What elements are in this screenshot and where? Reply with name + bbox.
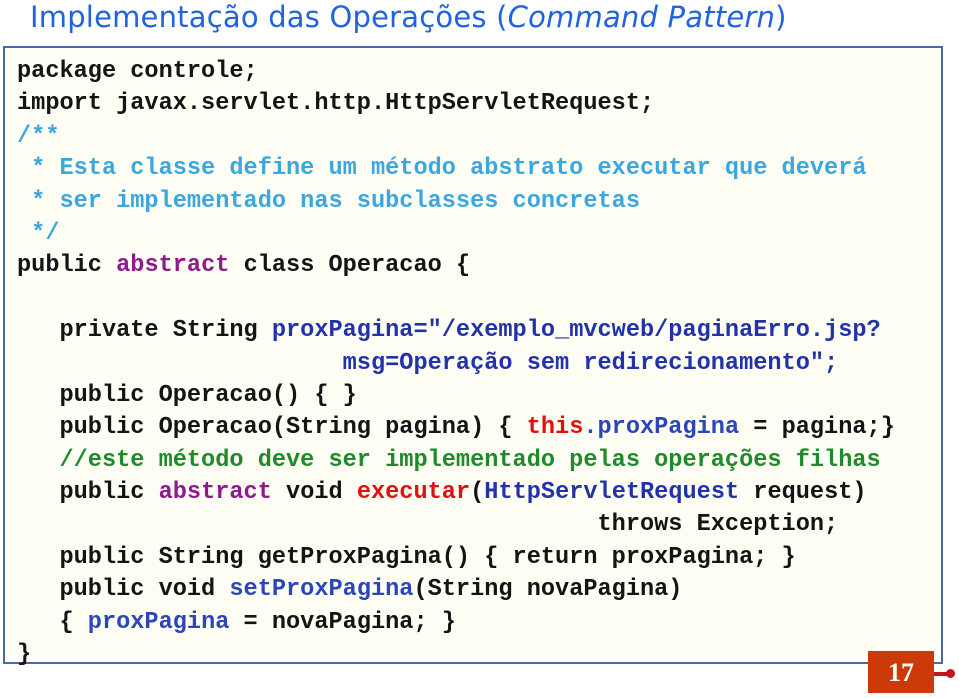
code-token-comment: * Esta classe define um método abstrato … [17, 155, 867, 183]
code-token-comment: /** [17, 122, 60, 150]
code-token-blue: HttpServletRequest [484, 479, 740, 507]
code-token-plain: public [17, 479, 159, 507]
code-token-plain: } [17, 641, 32, 669]
code-line: */ [17, 218, 895, 250]
code-token-purple: abstract [158, 479, 272, 507]
page-number-badge: 17 [866, 651, 938, 693]
code-token-plain: public String getProxPagina() { return p… [17, 543, 796, 571]
code-token-plain: void [271, 479, 357, 507]
code-line: package controle; [17, 56, 895, 88]
code-token-plain: public void [17, 576, 230, 604]
title-suffix: ) [775, 0, 787, 34]
code-line: { proxPagina = novaPagina; } [17, 607, 895, 639]
code-token-plain: class Operacao { [229, 252, 471, 280]
code-line: private String proxPagina="/exemplo_mvcw… [17, 315, 895, 347]
code-listing: package controle; import javax.servlet.ht… [17, 56, 895, 671]
code-line: * ser implementado nas subclasses concre… [17, 186, 895, 218]
code-token-plain: { [17, 608, 88, 636]
code-token-plain: import javax.servlet.http.HttpServletReq… [17, 90, 655, 118]
code-line: public abstract class Operacao { [17, 250, 895, 282]
code-token-green: //este método deve ser implementado pela… [17, 446, 881, 474]
code-token-comment: */ [17, 219, 60, 247]
code-token-plain: = pagina;} [739, 414, 895, 442]
code-token-plain: private String [17, 317, 272, 345]
code-token-blue: msg=Operação sem redirecionamento"; [17, 349, 839, 377]
code-token-field: .proxPagina [583, 414, 740, 442]
code-line: public void setProxPagina(String novaPag… [17, 574, 895, 606]
connector-dot-right [946, 669, 955, 678]
code-line: } [17, 639, 895, 671]
code-token-blue: proxPagina="/exemplo_mvcweb/paginaErro.j… [271, 317, 881, 345]
code-line: //este método deve ser implementado pela… [17, 445, 895, 477]
code-line: public Operacao(String pagina) { this.pr… [17, 412, 895, 444]
code-token-plain: throws Exception; [17, 511, 839, 539]
code-token-field: proxPagina [87, 608, 230, 636]
code-line: throws Exception; [17, 509, 895, 541]
code-token-plain: ( [470, 479, 485, 507]
code-token-comment: * ser implementado nas subclasses concre… [17, 187, 640, 215]
page-number: 17 [868, 651, 934, 693]
code-token-purple: abstract [116, 252, 230, 280]
slide-title: Implementação das Operações (Command Pat… [30, 0, 787, 34]
code-token-plain: public Operacao(String pagina) { [17, 414, 527, 442]
code-token-plain: public Operacao() { } [17, 381, 357, 409]
code-token-red: this [526, 414, 584, 442]
title-emphasis: Command Pattern [507, 0, 776, 34]
code-token-red: executar [356, 479, 471, 507]
code-line: msg=Operação sem redirecionamento"; [17, 348, 895, 380]
code-token-plain: = novaPagina; } [229, 608, 456, 636]
title-prefix: Implementação das Operações ( [30, 0, 508, 34]
code-line: public Operacao() { } [17, 380, 895, 412]
code-token-plain: (String novaPagina) [413, 576, 683, 604]
code-line: public String getProxPagina() { return p… [17, 542, 895, 574]
code-line: * Esta classe define um método abstrato … [17, 153, 895, 185]
code-token-field: setProxPagina [229, 576, 414, 604]
code-line: import javax.servlet.http.HttpServletReq… [17, 88, 895, 120]
code-token-plain: package controle; [17, 58, 258, 85]
code-block: package controle; import javax.servlet.ht… [3, 46, 943, 668]
code-token-plain: public [17, 252, 117, 280]
code-line: public abstract void executar(HttpServle… [17, 477, 895, 509]
code-line: /** [17, 121, 895, 153]
code-token-plain: request) [739, 479, 867, 507]
